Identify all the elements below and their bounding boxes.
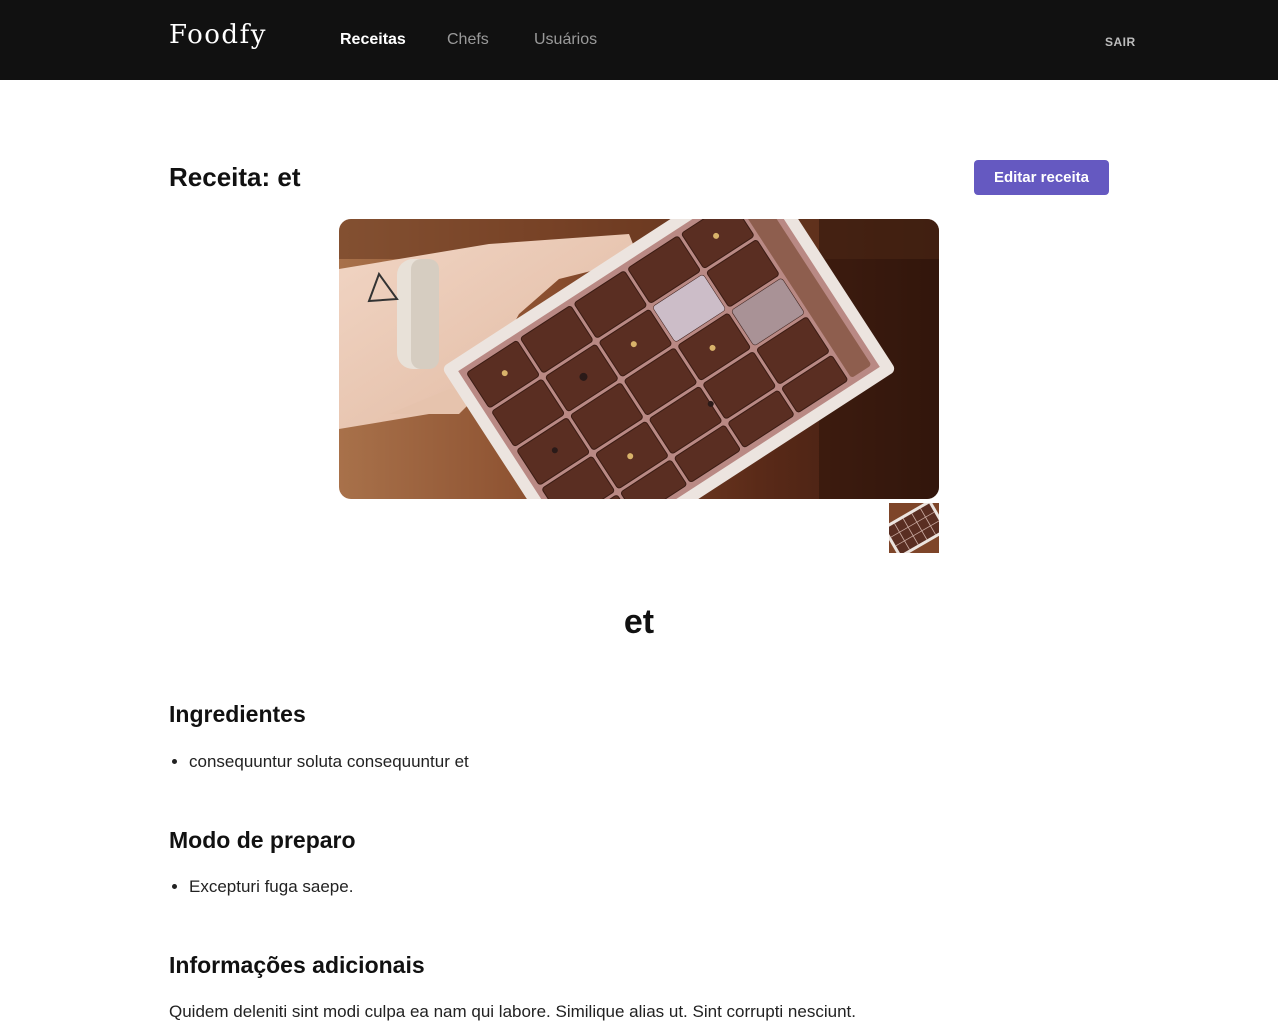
ingredient-item: consequuntur soluta consequuntur et <box>189 751 469 773</box>
edit-recipe-button[interactable]: Editar receita <box>974 160 1109 195</box>
top-navigation-bar: Foodfy Receitas Chefs Usuários SAIR <box>0 0 1278 80</box>
preparation-list: Excepturi fuga saepe. <box>189 876 353 898</box>
additional-info-title: Informações adicionais <box>169 952 425 978</box>
recipe-main-image <box>339 219 939 499</box>
preparation-step: Excepturi fuga saepe. <box>189 876 353 898</box>
preparation-title: Modo de preparo <box>169 827 356 853</box>
ingredients-title: Ingredientes <box>169 701 306 727</box>
recipe-thumbnail[interactable] <box>889 503 939 553</box>
chocolate-box-thumbnail-icon <box>889 503 939 553</box>
additional-info-text: Quidem deleniti sint modi culpa ea nam q… <box>169 1002 856 1021</box>
chocolate-box-photo-icon <box>339 219 939 499</box>
foodfy-logo[interactable]: Foodfy <box>169 20 267 50</box>
recipe-name: et <box>623 603 655 641</box>
page-title: Receita: et <box>169 162 301 192</box>
logout-link[interactable]: SAIR <box>1105 35 1136 49</box>
nav-usuarios-link[interactable]: Usuários <box>534 31 597 49</box>
nav-receitas-link[interactable]: Receitas <box>340 31 406 49</box>
nav-chefs-link[interactable]: Chefs <box>447 31 489 49</box>
ingredients-list: consequuntur soluta consequuntur et <box>189 751 469 773</box>
